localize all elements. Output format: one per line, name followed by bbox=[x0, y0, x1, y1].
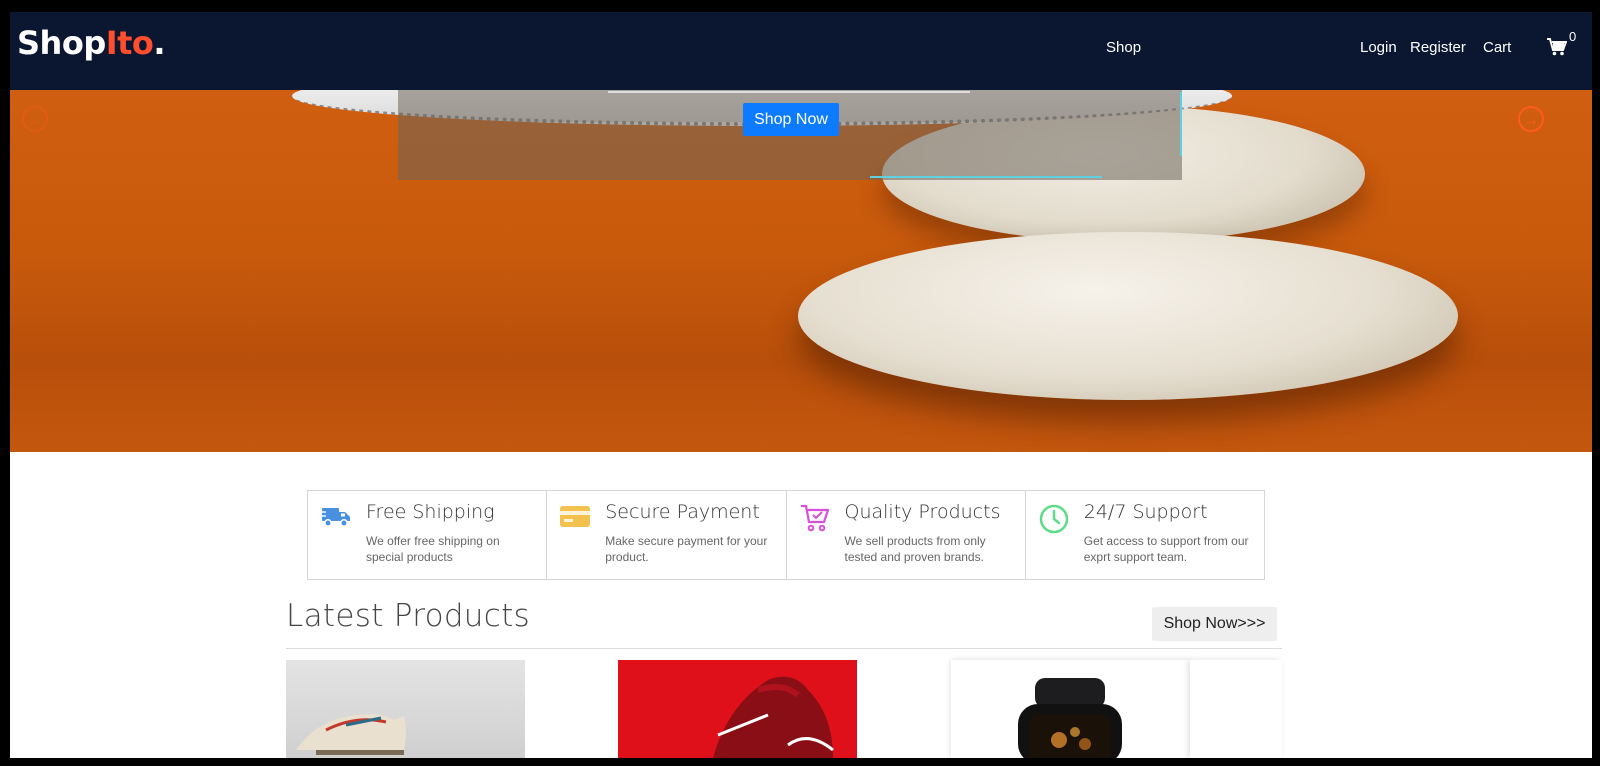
product-image-sneaker bbox=[296, 714, 406, 755]
hero-carousel: Shop Now ← → bbox=[10, 90, 1592, 452]
logo-dot: . bbox=[153, 24, 166, 62]
carousel-prev-arrow-icon[interactable]: ← bbox=[22, 106, 48, 132]
feature-free-shipping: Free Shipping We offer free shipping on … bbox=[308, 491, 548, 579]
page: ShopIto. Shop Login Register Cart 0 Shop… bbox=[10, 12, 1592, 758]
logo-main: Shop bbox=[17, 24, 106, 62]
nav-shop-link[interactable]: Shop bbox=[1106, 39, 1141, 56]
features-strip: Free Shipping We offer free shipping on … bbox=[307, 490, 1265, 580]
hero-caption-line bbox=[608, 91, 970, 93]
feature-secure-payment: Secure Payment Make secure payment for y… bbox=[547, 491, 787, 579]
hero-caption-accent-line bbox=[870, 176, 1102, 178]
feature-title: 24/7 Support bbox=[1083, 501, 1208, 523]
credit-card-icon bbox=[559, 503, 591, 534]
product-image-smartwatch bbox=[1018, 678, 1122, 758]
section-divider bbox=[286, 648, 1282, 649]
logo-accent: Ito bbox=[105, 24, 154, 62]
hero-image-stone-bottom bbox=[798, 232, 1458, 400]
brand-logo[interactable]: ShopIto. bbox=[17, 24, 166, 62]
nav-cart-link[interactable]: Cart bbox=[1483, 39, 1511, 56]
product-image-nike-shoe bbox=[713, 676, 834, 758]
hero-caption-accent-line-vertical bbox=[1180, 92, 1182, 156]
clock-icon bbox=[1038, 503, 1070, 540]
feature-support: 24/7 Support Get access to support from … bbox=[1026, 491, 1264, 579]
latest-shop-now-button[interactable]: Shop Now>>> bbox=[1152, 607, 1277, 641]
feature-description: We sell products from only tested and pr… bbox=[844, 534, 986, 564]
product-card-partial[interactable] bbox=[1190, 660, 1282, 758]
feature-description: Get access to support from our exprt sup… bbox=[1083, 534, 1249, 564]
feature-description: We offer free shipping on special produc… bbox=[366, 534, 500, 564]
product-card-nike-shoe[interactable] bbox=[618, 660, 857, 758]
feature-quality-products: Quality Products We sell products from o… bbox=[787, 491, 1026, 579]
feature-title: Free Shipping bbox=[366, 501, 495, 523]
cart-count-badge: 0 bbox=[1569, 29, 1577, 44]
shopping-cart-icon bbox=[799, 503, 831, 538]
product-card-smartwatch[interactable] bbox=[951, 660, 1190, 758]
feature-title: Secure Payment bbox=[605, 501, 760, 523]
cart-icon[interactable] bbox=[1547, 38, 1568, 61]
nav-register-link[interactable]: Register bbox=[1410, 39, 1466, 56]
navbar: ShopIto. Shop Login Register Cart 0 bbox=[10, 12, 1592, 90]
nav-login-link[interactable]: Login bbox=[1360, 39, 1397, 56]
feature-title: Quality Products bbox=[844, 501, 1001, 523]
carousel-next-arrow-icon[interactable]: → bbox=[1518, 106, 1544, 132]
product-card-sneaker[interactable] bbox=[286, 660, 525, 758]
hero-shop-now-button[interactable]: Shop Now bbox=[743, 103, 839, 136]
feature-description: Make secure payment for your product. bbox=[605, 534, 768, 564]
latest-products-heading: Latest Products bbox=[286, 598, 531, 634]
truck-icon bbox=[320, 503, 352, 534]
